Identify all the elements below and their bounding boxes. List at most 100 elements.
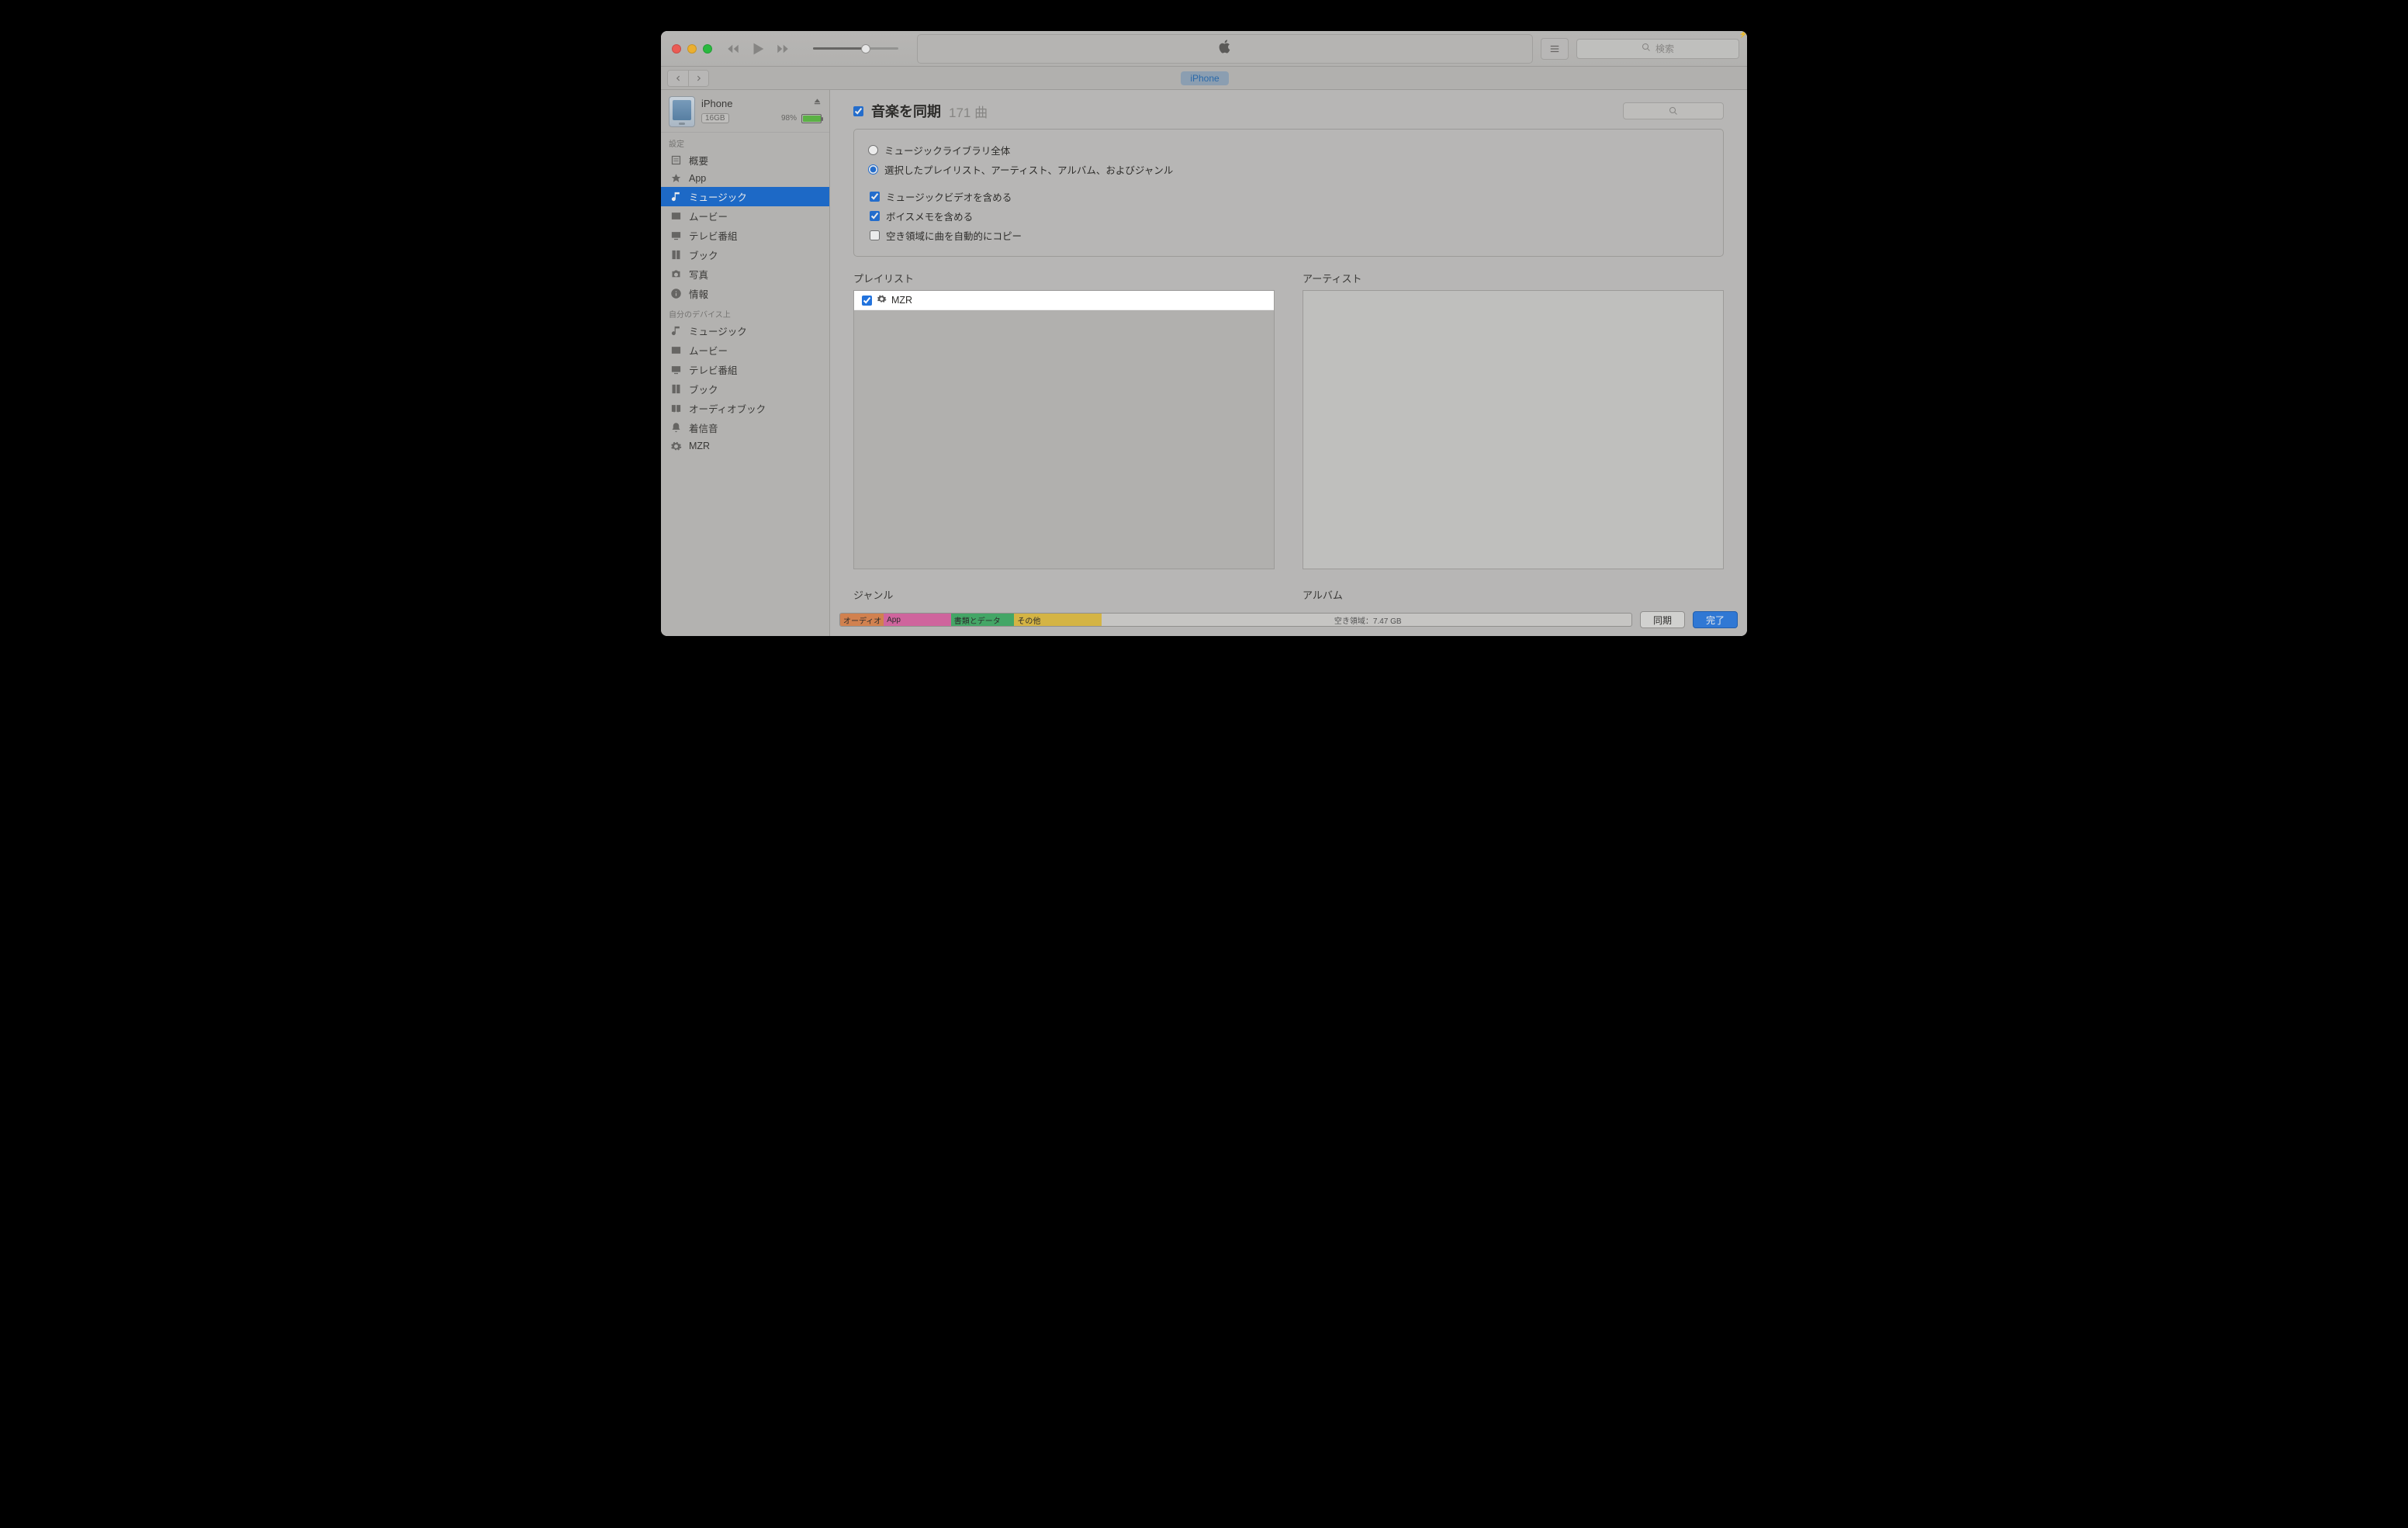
fast-forward-button[interactable] [776, 42, 790, 56]
sidebar-item-gear[interactable]: MZR [661, 437, 829, 455]
storage-row: オーディオApp書類とデータその他空き領域：7.47 GB 同期 完了 [839, 611, 1738, 628]
sidebar-item-label: ブック [689, 247, 718, 262]
sidebar-item-ringtone[interactable]: 着信音 [661, 418, 829, 437]
sidebar-item-movie[interactable]: ムービー [661, 341, 829, 360]
photo-icon [669, 268, 683, 281]
sidebar-item-app[interactable]: App [661, 170, 829, 187]
sync-options-box: ミュージックライブラリ全体 選択したプレイリスト、アーティスト、アルバム、および… [853, 129, 1724, 257]
sync-button[interactable]: 同期 [1640, 611, 1685, 628]
close-window-button[interactable] [672, 44, 681, 54]
device-thumbnail-icon [669, 96, 695, 127]
storage-seg-app: App [884, 614, 951, 626]
sidebar-item-photo[interactable]: 写真 [661, 264, 829, 284]
sidebar-item-label: テレビ番組 [689, 362, 738, 377]
playlist-row[interactable]: MZR [854, 291, 1274, 310]
sidebar-item-audiobook[interactable]: オーディオブック [661, 399, 829, 418]
playlist-checkbox[interactable] [862, 296, 872, 306]
sidebar-item-book[interactable]: ブック [661, 379, 829, 399]
playlist-name: MZR [891, 295, 912, 306]
smart-playlist-icon [877, 294, 887, 306]
nav-buttons [667, 70, 709, 87]
back-button[interactable] [668, 71, 688, 86]
sidebar-item-label: ミュージック [689, 323, 747, 338]
transport-controls [726, 40, 790, 57]
book-icon [669, 383, 683, 396]
storage-seg-audio: オーディオ [840, 614, 884, 626]
autofill-label: 空き領域に曲を自動的にコピー [886, 228, 1022, 243]
minimize-window-button[interactable] [687, 44, 697, 54]
artist-list[interactable] [1303, 290, 1724, 569]
include-mv-checkbox[interactable] [870, 192, 880, 202]
window-buttons [672, 44, 712, 54]
storage-seg-free: 空き領域：7.47 GB [1102, 614, 1631, 626]
sidebar-item-label: 概要 [689, 153, 708, 168]
movie-icon [669, 210, 683, 223]
device-capacity: 16GB [701, 113, 729, 123]
radio-selected[interactable] [868, 164, 878, 175]
main-panel: 音楽を同期 171 曲 ミュージックライブラリ全体 選択したプレイリスト、アーテ… [830, 90, 1747, 636]
location-bar: iPhone [661, 67, 1747, 90]
music-icon [669, 325, 683, 337]
sidebar-item-music[interactable]: ミュージック [661, 321, 829, 341]
zoom-window-button[interactable] [703, 44, 712, 54]
itunes-window: 検索 iPhone iPhone [661, 31, 1747, 636]
play-button[interactable] [749, 40, 766, 57]
ringtone-icon [669, 422, 683, 434]
radio-entire-library-label: ミュージックライブラリ全体 [884, 143, 1010, 157]
page-header: 音楽を同期 171 曲 [830, 90, 1747, 129]
album-heading: アルバム [1303, 587, 1724, 602]
now-playing-panel[interactable] [917, 34, 1533, 64]
sidebar-item-label: ブック [689, 382, 718, 396]
battery-percent: 98% [781, 114, 797, 123]
sidebar-section-settings: 設定 [661, 133, 829, 150]
tv-icon [669, 230, 683, 242]
include-mv-label: ミュージックビデオを含める [886, 189, 1012, 204]
sidebar-item-book[interactable]: ブック [661, 245, 829, 264]
radio-entire-library[interactable] [868, 145, 878, 155]
movie-icon [669, 344, 683, 357]
search-placeholder: 検索 [1656, 42, 1674, 55]
artist-heading: アーティスト [1303, 271, 1724, 285]
storage-bar[interactable]: オーディオApp書類とデータその他空き領域：7.47 GB [839, 613, 1632, 627]
sidebar-item-label: 写真 [689, 267, 708, 282]
view-mode-button[interactable] [1541, 38, 1569, 60]
sidebar-section-ondevice: 自分のデバイス上 [661, 303, 829, 321]
artist-column: アーティスト [1303, 271, 1724, 581]
sidebar: iPhone 16GB 98% ⚡ 設定 [661, 90, 830, 636]
done-button[interactable]: 完了 [1693, 611, 1738, 628]
sidebar-item-tv[interactable]: テレビ番組 [661, 360, 829, 379]
sync-music-checkbox[interactable] [853, 106, 863, 116]
storage-seg-other: その他 [1014, 614, 1101, 626]
sidebar-item-info[interactable]: 情報 [661, 284, 829, 303]
storage-seg-docs: 書類とデータ [951, 614, 1015, 626]
rewind-button[interactable] [726, 42, 740, 56]
device-block[interactable]: iPhone 16GB 98% ⚡ [661, 90, 829, 133]
audiobook-icon [669, 403, 683, 415]
sidebar-item-movie[interactable]: ムービー [661, 206, 829, 226]
sidebar-item-tv[interactable]: テレビ番組 [661, 226, 829, 245]
book-icon [669, 249, 683, 261]
forward-button[interactable] [688, 71, 708, 86]
sync-music-label: 音楽を同期 [871, 101, 941, 121]
include-vm-checkbox[interactable] [870, 211, 880, 221]
autofill-checkbox [870, 230, 880, 240]
sidebar-item-music[interactable]: ミュージック [661, 187, 829, 206]
sidebar-item-label: MZR [689, 441, 710, 451]
sidebar-item-label: ミュージック [689, 189, 747, 204]
header-search[interactable] [1623, 102, 1724, 119]
volume-slider[interactable] [813, 47, 898, 50]
genre-heading: ジャンル [853, 587, 1275, 602]
playlist-list[interactable]: MZR [853, 290, 1275, 569]
gear-icon [669, 440, 683, 452]
playlist-column: プレイリスト MZR [853, 271, 1275, 581]
eject-button[interactable] [813, 96, 822, 110]
search-icon [1642, 43, 1651, 54]
radio-selected-label: 選択したプレイリスト、アーティスト、アルバム、およびジャンル [884, 162, 1173, 177]
location-title[interactable]: iPhone [1181, 71, 1228, 85]
apple-logo-icon [1216, 38, 1233, 59]
sidebar-item-label: 着信音 [689, 420, 718, 435]
search-input[interactable]: 検索 [1576, 39, 1739, 59]
sidebar-item-label: 情報 [689, 286, 708, 301]
sidebar-item-summary[interactable]: 概要 [661, 150, 829, 170]
app-icon [669, 172, 683, 185]
